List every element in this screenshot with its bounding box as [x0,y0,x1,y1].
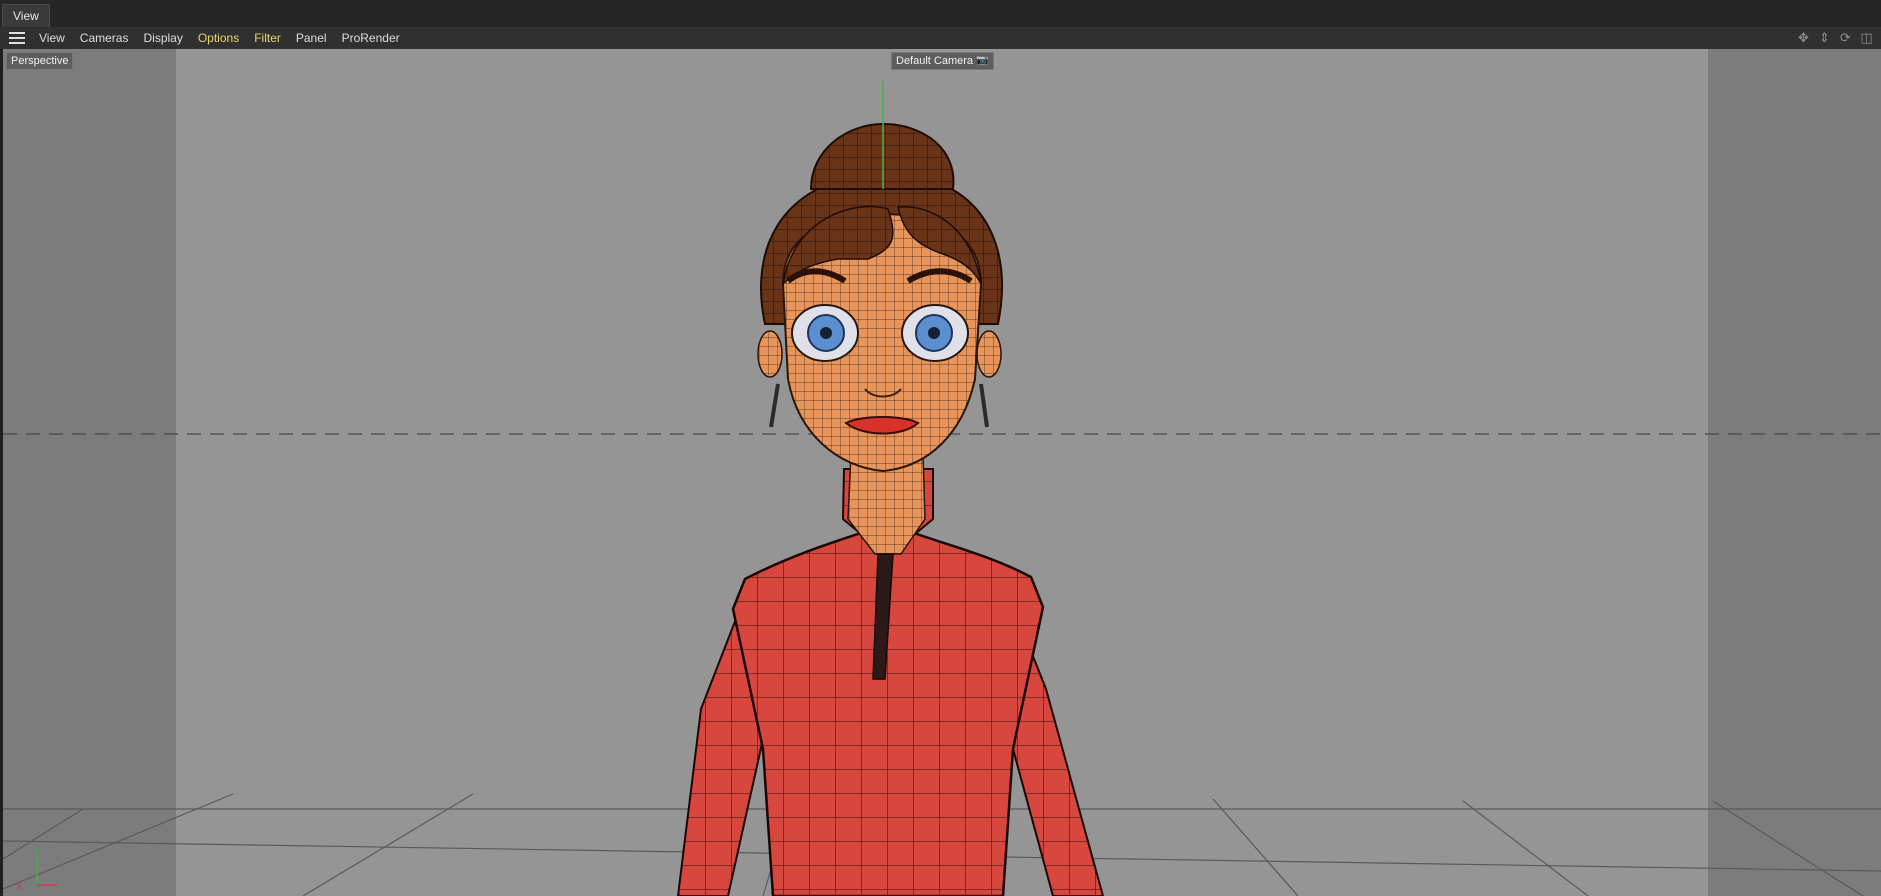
hair-bun [809,122,955,190]
left-ear [757,330,783,378]
menu-cameras[interactable]: Cameras [80,31,129,45]
viewport-scene: Y X [3,49,1881,896]
menu-display[interactable]: Display [143,31,182,45]
tab-view[interactable]: View [2,4,50,27]
move-view-icon[interactable]: ✥ [1795,30,1812,46]
menu-filter[interactable]: Filter [254,31,281,45]
title-strip: View [0,0,1881,28]
safe-frame-left [3,49,176,896]
projection-label[interactable]: Perspective [6,52,74,70]
active-camera-label[interactable]: Default Camera 📷 [891,52,994,70]
character-model[interactable] [676,81,1105,896]
camera-icon: 📷 [976,55,989,66]
left-earring [769,383,780,428]
menu-prorender[interactable]: ProRender [342,31,400,45]
safe-frame-right [1708,49,1881,896]
svg-text:Y: Y [34,847,40,857]
toggle-viewport-layout-icon[interactable]: ◫ [1858,30,1875,46]
right-pupil [928,327,940,339]
menu-panel[interactable]: Panel [296,31,327,45]
dolly-view-icon[interactable]: ⇕ [1816,30,1833,46]
rotate-view-icon[interactable]: ⟳ [1837,30,1854,46]
left-pupil [820,327,832,339]
hamburger-menu-icon[interactable] [9,32,25,44]
svg-text:X: X [16,881,22,891]
navigation-icons: ✥ ⇕ ⟳ ◫ [1795,30,1875,46]
3d-viewport[interactable]: Y X Perspective Default Camera 📷 [3,49,1881,896]
right-ear [976,330,1002,378]
menu-options[interactable]: Options [198,31,239,45]
menu-view[interactable]: View [39,31,65,45]
viewport-menubar: View Cameras Display Options Filter Pane… [0,27,1881,50]
right-earring [979,383,989,428]
camera-name: Default Camera [896,55,974,67]
